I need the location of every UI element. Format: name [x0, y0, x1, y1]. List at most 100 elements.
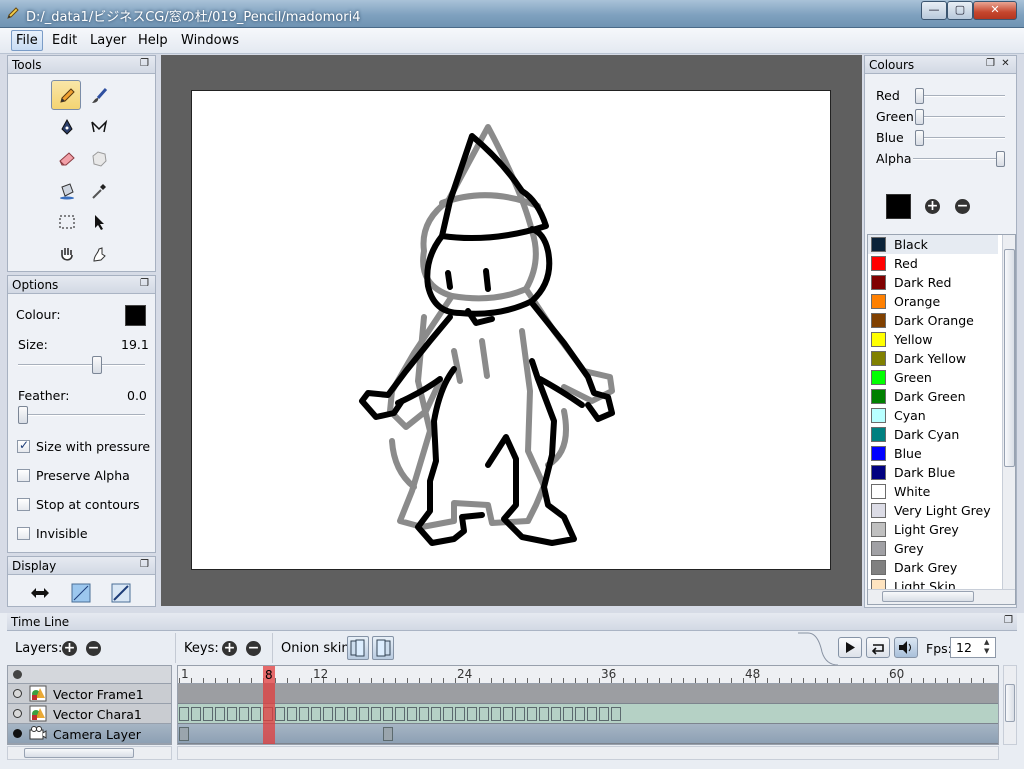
frame-row[interactable]	[178, 724, 998, 744]
keyframe[interactable]	[395, 707, 405, 721]
clear-tool-button[interactable]	[83, 143, 113, 173]
keyframe[interactable]	[407, 707, 417, 721]
keyframe[interactable]	[371, 707, 381, 721]
keyframe[interactable]	[503, 707, 513, 721]
frame-row[interactable]	[178, 704, 998, 724]
swatch-item[interactable]: Green	[868, 368, 998, 387]
layer-row[interactable]: Vector Frame1	[8, 684, 171, 704]
layer-visibility-icon[interactable]	[13, 689, 22, 698]
keyframe[interactable]	[179, 727, 189, 741]
keyframe[interactable]	[227, 707, 237, 721]
close-panel-icon[interactable]: ✕	[1000, 59, 1011, 69]
colour-slider-thumb[interactable]	[915, 88, 924, 104]
float-icon[interactable]: ❐	[139, 279, 150, 289]
float-icon[interactable]: ❐	[985, 59, 996, 69]
keyframe[interactable]	[539, 707, 549, 721]
drawing-canvas[interactable]	[191, 90, 831, 570]
frames-horizontal-scrollbar[interactable]	[177, 746, 999, 760]
float-icon[interactable]: ❐	[139, 59, 150, 69]
layer-visibility-icon[interactable]	[13, 709, 22, 718]
frame-ruler[interactable]: 1 12 24 36 48 60	[178, 666, 998, 684]
checkbox-label[interactable]: Stop at contours	[36, 497, 140, 512]
keyframe[interactable]	[323, 707, 333, 721]
visibility-all-icon[interactable]	[13, 670, 22, 679]
keyframe[interactable]	[575, 707, 585, 721]
keyframe[interactable]	[443, 707, 453, 721]
keyframe[interactable]	[551, 707, 561, 721]
layer-name[interactable]: Vector Frame1	[53, 687, 144, 702]
add-colour-button[interactable]: +	[925, 199, 940, 214]
swatch-item[interactable]: Cyan	[868, 406, 998, 425]
remove-layer-button[interactable]: −	[86, 641, 101, 656]
loop-button[interactable]	[866, 637, 890, 658]
keyframe[interactable]	[419, 707, 429, 721]
add-key-button[interactable]: +	[222, 641, 237, 656]
keyframe[interactable]	[515, 707, 525, 721]
move-tool-button[interactable]	[83, 206, 113, 236]
swatch-item[interactable]: Blue	[868, 444, 998, 463]
keyframe[interactable]	[587, 707, 597, 721]
eyedropper-tool-button[interactable]	[83, 175, 113, 205]
brush-tool-button[interactable]	[83, 80, 113, 110]
keyframe[interactable]	[383, 727, 393, 741]
keyframe[interactable]	[275, 707, 285, 721]
frame-grid[interactable]: 1 12 24 36 48 60 8	[177, 665, 999, 745]
checkbox-label[interactable]: Invisible	[36, 526, 88, 541]
layer-row[interactable]: Camera Layer	[8, 724, 171, 744]
play-button[interactable]	[838, 637, 862, 658]
keyframe[interactable]	[611, 707, 621, 721]
eraser-tool-button[interactable]	[51, 143, 81, 173]
keyframe[interactable]	[491, 707, 501, 721]
menu-help[interactable]: Help	[138, 33, 168, 48]
checkbox-label[interactable]: Preserve Alpha	[36, 468, 130, 483]
pen-tool-button[interactable]	[51, 111, 81, 141]
swatch-item[interactable]: Black	[868, 235, 998, 254]
horizontal-scrollbar[interactable]	[868, 589, 1015, 604]
keyframe[interactable]	[335, 707, 345, 721]
swatch-item[interactable]: Dark Yellow	[868, 349, 998, 368]
colour-slider[interactable]	[915, 95, 1005, 97]
scrollbar-thumb[interactable]	[1005, 684, 1015, 722]
colour-slider[interactable]	[915, 116, 1005, 118]
keyframe[interactable]	[527, 707, 537, 721]
scrollbar-thumb[interactable]	[1004, 249, 1015, 467]
frame-row[interactable]	[178, 684, 998, 704]
outlines-toggle-button[interactable]	[69, 582, 93, 604]
spin-down-icon[interactable]: ▼	[984, 647, 989, 656]
layer-visibility-icon[interactable]	[13, 729, 22, 738]
colour-slider[interactable]	[915, 137, 1005, 139]
colour-slider-thumb[interactable]	[996, 151, 1005, 167]
scrollbar-thumb[interactable]	[24, 748, 134, 758]
colour-slider[interactable]	[913, 158, 1005, 160]
checkbox[interactable]	[17, 438, 30, 453]
keyframe[interactable]	[455, 707, 465, 721]
swatch-item[interactable]: Yellow	[868, 330, 998, 349]
size-slider[interactable]	[18, 364, 145, 366]
keyframe[interactable]	[431, 707, 441, 721]
keyframe[interactable]	[359, 707, 369, 721]
remove-key-button[interactable]: −	[246, 641, 261, 656]
scrollbar-thumb[interactable]	[882, 591, 974, 602]
keyframe[interactable]	[179, 707, 189, 721]
layer-name[interactable]: Vector Chara1	[53, 707, 142, 722]
colour-slider-thumb[interactable]	[915, 109, 924, 125]
swatch-item[interactable]: Light Grey	[868, 520, 998, 539]
bucket-tool-button[interactable]	[51, 175, 81, 205]
layers-horizontal-scrollbar[interactable]	[7, 746, 172, 760]
current-colour-swatch[interactable]	[886, 194, 911, 219]
remove-colour-button[interactable]: −	[955, 199, 970, 214]
keyframe[interactable]	[287, 707, 297, 721]
menu-layer[interactable]: Layer	[90, 33, 126, 48]
keyframe[interactable]	[599, 707, 609, 721]
keyframe[interactable]	[467, 707, 477, 721]
layer-row[interactable]: Vector Chara1	[8, 704, 171, 724]
checkbox[interactable]	[17, 527, 30, 540]
timeline-vertical-scrollbar[interactable]	[1003, 665, 1017, 745]
float-icon[interactable]: ❐	[1003, 616, 1014, 626]
menu-edit[interactable]: Edit	[52, 33, 77, 48]
keyframe[interactable]	[203, 707, 213, 721]
maximize-button[interactable]: ▢	[947, 1, 973, 20]
swatch-item[interactable]: Dark Cyan	[868, 425, 998, 444]
swatch-item[interactable]: Dark Blue	[868, 463, 998, 482]
add-layer-button[interactable]: +	[62, 641, 77, 656]
